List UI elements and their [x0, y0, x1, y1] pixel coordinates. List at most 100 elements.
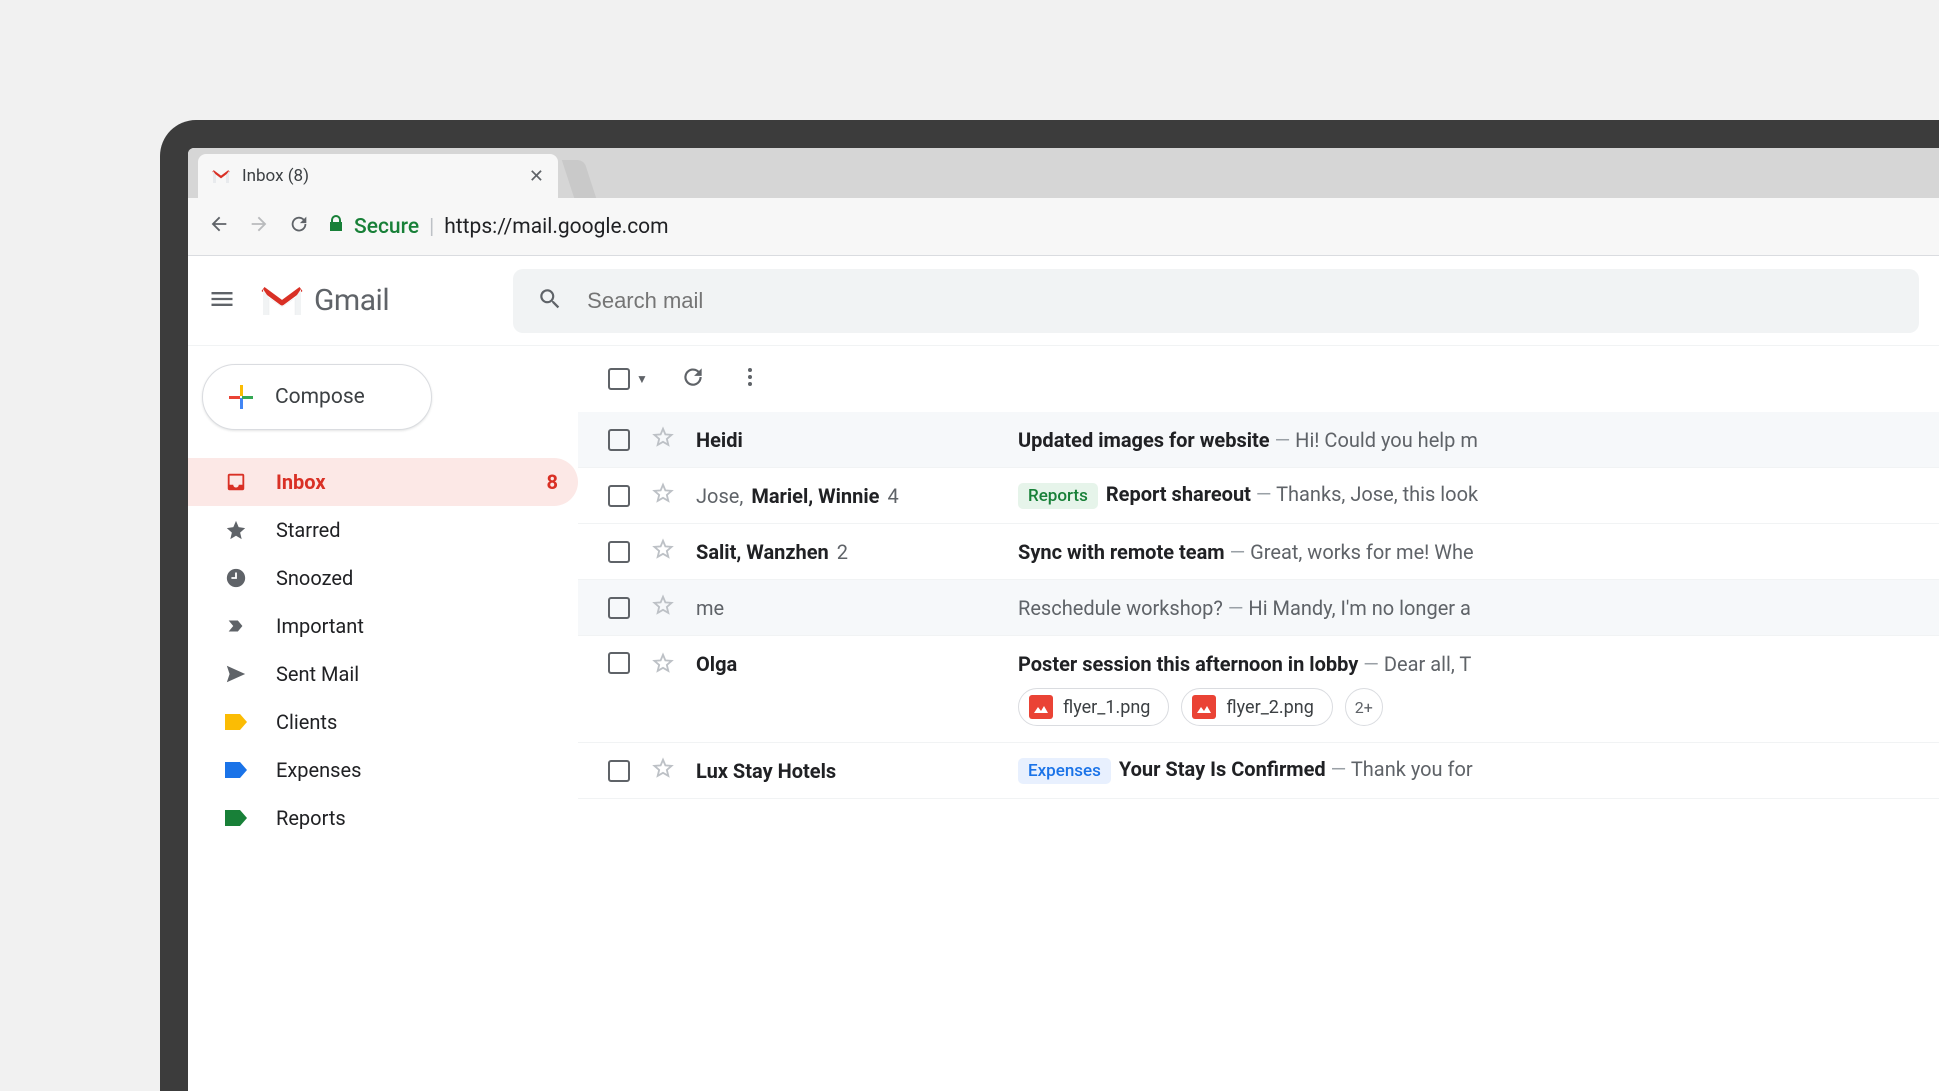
lock-icon [328, 215, 344, 239]
star-icon[interactable] [652, 538, 674, 565]
star-icon[interactable] [652, 482, 674, 509]
email-checkbox[interactable] [608, 760, 630, 782]
back-button[interactable] [208, 213, 230, 240]
email-sender: Jose, Mariel, Winnie 4 [696, 484, 996, 508]
content: ▼ Heidi Updated images for website — Hi! … [578, 346, 1939, 1091]
email-body: Updated images for website — Hi! Could y… [1018, 428, 1909, 452]
star-icon[interactable] [652, 426, 674, 453]
email-sender: Salit, Wanzhen 2 [696, 540, 996, 564]
attachment-chip[interactable]: flyer_2.png [1181, 688, 1332, 726]
email-row[interactable]: OlgaPoster session this afternoon in lob… [578, 636, 1939, 743]
star-icon[interactable] [652, 652, 674, 679]
email-row[interactable]: Jose, Mariel, Winnie 4 Reports Report shar… [578, 468, 1939, 524]
search-bar[interactable] [513, 269, 1919, 333]
url-text: https://mail.google.com [444, 215, 668, 239]
browser-tab[interactable]: Inbox (8) ✕ [198, 154, 558, 198]
email-row[interactable]: Heidi Updated images for website — Hi! Co… [578, 412, 1939, 468]
forward-button[interactable] [248, 213, 270, 240]
close-tab-icon[interactable]: ✕ [529, 166, 544, 187]
image-icon [1192, 695, 1216, 719]
gmail-header: Gmail [188, 256, 1939, 346]
nav-label: Expenses [276, 758, 361, 782]
email-checkbox[interactable] [608, 597, 630, 619]
sidebar-item-starred[interactable]: Starred [188, 506, 578, 554]
star-icon [224, 519, 248, 541]
more-button[interactable] [738, 365, 762, 393]
search-input[interactable] [587, 288, 1895, 314]
email-snippet: Dear all, T [1384, 652, 1471, 676]
sidebar-item-snoozed[interactable]: Snoozed [188, 554, 578, 602]
sidebar-item-important[interactable]: Important [188, 602, 578, 650]
browser-address-bar: Secure | https://mail.google.com [188, 198, 1939, 256]
email-subject: Reschedule workshop? [1018, 596, 1223, 620]
browser-tab-strip: Inbox (8) ✕ [188, 148, 1939, 198]
sidebar-item-reports[interactable]: Reports [188, 794, 578, 842]
chevron-down-icon: ▼ [636, 372, 648, 386]
inbox-icon [224, 471, 248, 493]
email-checkbox[interactable] [608, 429, 630, 451]
new-tab-button[interactable] [562, 160, 596, 198]
email-row[interactable]: Salit, Wanzhen 2 Sync with remote team — … [578, 524, 1939, 580]
email-body: Sync with remote team — Great, works for… [1018, 540, 1909, 564]
more-attachments[interactable]: 2+ [1345, 688, 1383, 726]
email-subject: Report shareout [1106, 482, 1251, 506]
attachments: flyer_1.png flyer_2.png 2+ [1018, 688, 1909, 726]
category-label: Reports [1018, 483, 1098, 509]
nav-count: 8 [547, 470, 558, 494]
sidebar: Compose Inbox 8 Starred Snoozed Important Sen… [188, 346, 578, 1091]
select-all[interactable]: ▼ [608, 368, 648, 390]
url-display[interactable]: Secure | https://mail.google.com [328, 215, 669, 239]
email-toolbar: ▼ [578, 346, 1939, 412]
email-snippet: Thanks, Jose, this look [1276, 482, 1478, 506]
image-icon [1029, 695, 1053, 719]
email-row[interactable]: me Reschedule workshop? — Hi Mandy, I'm n… [578, 580, 1939, 636]
sidebar-item-expenses[interactable]: Expenses [188, 746, 578, 794]
email-snippet: Hi! Could you help m [1295, 428, 1478, 452]
device-frame: Inbox (8) ✕ Secure | https://mail.google… [160, 120, 1939, 1091]
secure-label: Secure [354, 215, 419, 239]
email-sender: me [696, 596, 996, 620]
tab-title: Inbox (8) [242, 166, 309, 186]
email-body: ReportsReport shareout — Thanks, Jose, t… [1018, 482, 1909, 509]
gmail-icon [212, 169, 230, 183]
category-label: Expenses [1018, 758, 1111, 784]
email-sender: Heidi [696, 428, 996, 452]
star-icon[interactable] [652, 757, 674, 784]
nav-label: Inbox [276, 470, 326, 494]
email-body: Poster session this afternoon in lobby —… [1018, 652, 1909, 726]
email-subject: Your Stay Is Confirmed [1119, 757, 1326, 781]
email-checkbox[interactable] [608, 541, 630, 563]
email-body: Reschedule workshop? — Hi Mandy, I'm no … [1018, 596, 1909, 620]
main: Compose Inbox 8 Starred Snoozed Important Sen… [188, 346, 1939, 1091]
plus-icon [229, 385, 253, 409]
compose-button[interactable]: Compose [202, 364, 432, 430]
sidebar-item-sent-mail[interactable]: Sent Mail [188, 650, 578, 698]
nav-label: Clients [276, 710, 337, 734]
email-snippet: Hi Mandy, I'm no longer a [1248, 596, 1471, 620]
sidebar-item-clients[interactable]: Clients [188, 698, 578, 746]
sidebar-item-inbox[interactable]: Inbox 8 [188, 458, 578, 506]
email-subject: Sync with remote team [1018, 540, 1225, 564]
refresh-button[interactable] [680, 364, 706, 394]
nav-label: Important [276, 614, 364, 638]
nav-label: Reports [276, 806, 346, 830]
attachment-chip[interactable]: flyer_1.png [1018, 688, 1169, 726]
label-icon [224, 762, 248, 778]
compose-label: Compose [275, 385, 365, 409]
email-body: ExpensesYour Stay Is Confirmed — Thank y… [1018, 757, 1909, 784]
important-icon [224, 615, 248, 637]
email-checkbox[interactable] [608, 485, 630, 507]
gmail-brand-text: Gmail [314, 283, 389, 318]
star-icon[interactable] [652, 594, 674, 621]
label-icon [224, 810, 248, 826]
menu-icon[interactable] [208, 285, 236, 317]
nav-label: Snoozed [276, 566, 353, 590]
gmail-logo[interactable]: Gmail [260, 283, 389, 318]
email-checkbox[interactable] [608, 652, 630, 674]
email-snippet: Thank you for [1351, 757, 1473, 781]
search-icon [537, 286, 563, 316]
email-sender: Lux Stay Hotels [696, 759, 996, 783]
label-icon [224, 714, 248, 730]
email-row[interactable]: Lux Stay Hotels Expenses Your Stay Is Conf… [578, 743, 1939, 799]
reload-button[interactable] [288, 213, 310, 240]
